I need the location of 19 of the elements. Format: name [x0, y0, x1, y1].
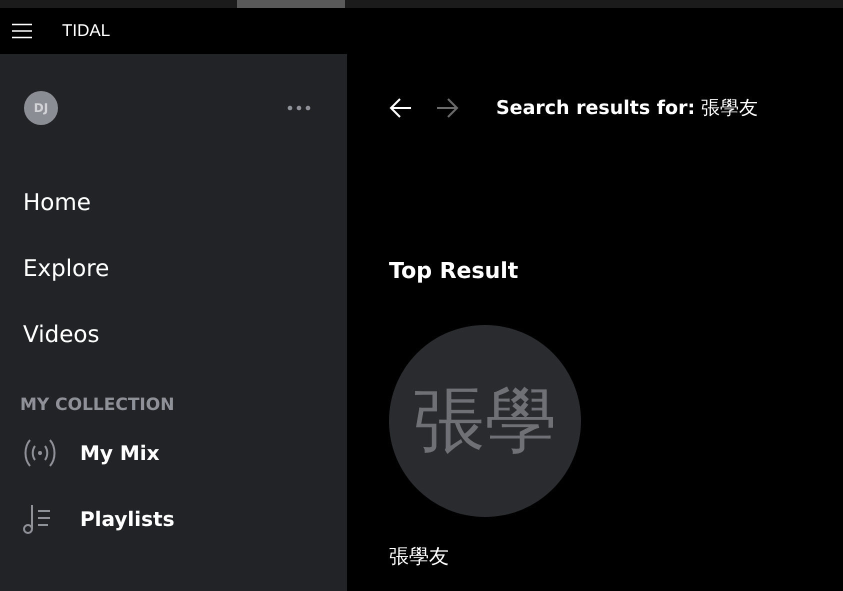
section-heading: Top Result	[389, 259, 518, 284]
collection-item[interactable]: Playlists	[0, 486, 175, 552]
back-button[interactable]	[389, 96, 413, 120]
section-heading: MY COLLECTION	[20, 395, 174, 415]
collection-item[interactable]: My Mix	[0, 420, 160, 486]
artist-name[interactable]: 張學友	[389, 543, 449, 570]
app-title: TIDAL	[62, 21, 110, 41]
menu-button[interactable]	[12, 23, 32, 39]
arrow-icon	[435, 96, 459, 120]
broadcast-icon	[22, 437, 58, 469]
nav-item[interactable]: Explore	[23, 236, 110, 302]
arrow-icon	[389, 96, 413, 120]
scroll-thumb[interactable]	[237, 0, 345, 8]
page-title: Search results for: 張學友	[496, 96, 758, 121]
menu-icon	[12, 23, 32, 39]
nav-item[interactable]: Home	[23, 170, 91, 236]
more-button[interactable]	[287, 105, 311, 111]
nav-item[interactable]: Videos	[23, 302, 100, 368]
more-icon	[287, 105, 311, 111]
